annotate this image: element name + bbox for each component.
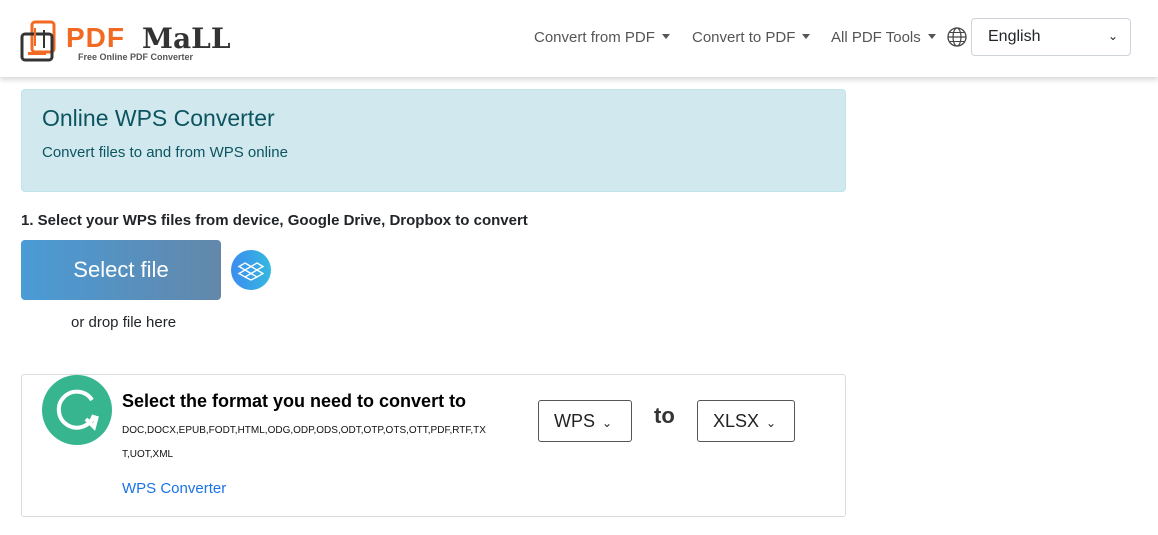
caret-down-icon <box>661 34 670 39</box>
wps-converter-link[interactable]: WPS Converter <box>122 480 226 497</box>
to-format-value: XLSX <box>713 411 760 431</box>
language-select[interactable]: English ⌄ <box>971 18 1131 56</box>
nav-label: Convert from PDF <box>534 29 655 46</box>
step-label: 1. Select your WPS files from device, Go… <box>21 212 528 229</box>
info-banner: Online WPS Converter Convert files to an… <box>21 89 846 192</box>
page-subtitle: Convert files to and from WPS online <box>42 144 288 161</box>
header: PDF MaLL Free Online PDF Converter Conve… <box>0 0 1158 77</box>
dropbox-button[interactable] <box>231 250 271 290</box>
format-card: Select the format you need to convert to… <box>21 374 846 517</box>
logo-text: PDF <box>66 22 125 53</box>
logo-text: MaLL <box>142 22 231 55</box>
nav-label: Convert to PDF <box>692 29 796 46</box>
language-value: English <box>988 28 1041 45</box>
from-format-value: WPS <box>554 411 596 431</box>
nav-convert-to-pdf[interactable]: Convert to PDF <box>692 29 811 46</box>
caret-down-icon <box>927 34 936 39</box>
nav-all-pdf-tools[interactable]: All PDF Tools <box>831 29 936 46</box>
chevron-down-icon: ⌄ <box>602 416 613 430</box>
caret-down-icon <box>802 34 811 39</box>
nav-label: All PDF Tools <box>831 29 921 46</box>
dropbox-icon <box>237 262 265 281</box>
chevron-down-icon: ⌄ <box>766 416 777 430</box>
chevron-down-icon: ⌄ <box>1107 29 1118 43</box>
to-format-select[interactable]: XLSX ⌄ <box>697 400 795 442</box>
page-title: Online WPS Converter <box>42 105 275 131</box>
logo-icon <box>20 20 56 62</box>
convert-logo-icon <box>42 375 112 445</box>
logo[interactable]: PDF MaLL Free Online PDF Converter <box>20 20 231 64</box>
from-format-select[interactable]: WPS ⌄ <box>538 400 632 442</box>
format-title: Select the format you need to convert to <box>122 391 467 411</box>
to-label: to <box>654 403 675 428</box>
supported-formats: DOC,DOCX,EPUB,FODT,HTML,ODG,ODP,ODS,ODT,… <box>122 425 486 460</box>
select-file-button[interactable]: Select file <box>21 240 221 300</box>
globe-icon <box>947 27 967 47</box>
logo-tagline: Free Online PDF Converter <box>78 52 194 62</box>
nav-convert-from-pdf[interactable]: Convert from PDF <box>534 29 670 46</box>
drop-hint: or drop file here <box>71 314 177 331</box>
